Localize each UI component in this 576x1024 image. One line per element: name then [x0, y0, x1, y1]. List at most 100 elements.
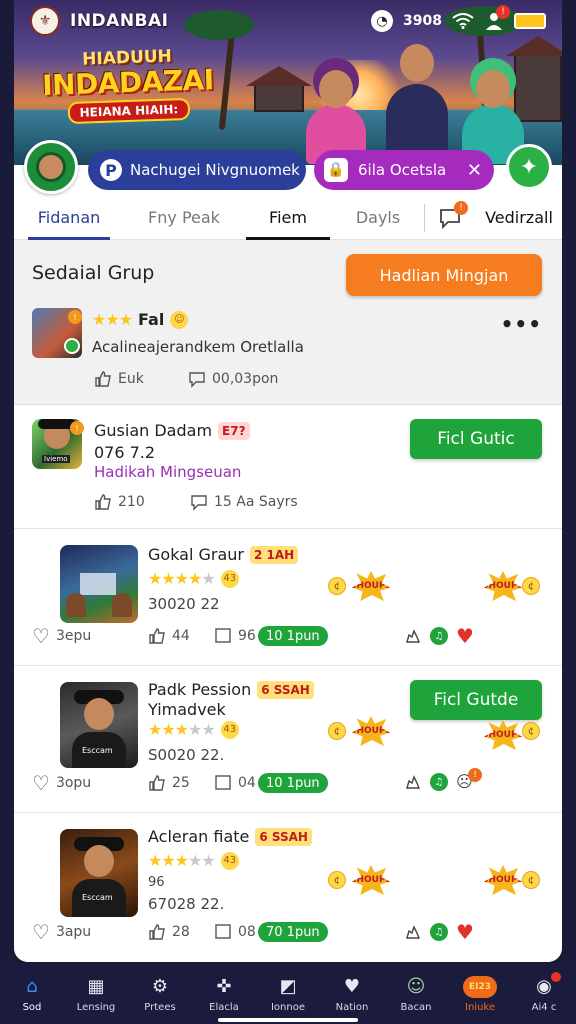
rating-badge: 43: [220, 720, 239, 739]
like-button[interactable]: Euk: [94, 370, 144, 388]
like-button[interactable]: 28: [148, 923, 190, 941]
hand-wave-icon[interactable]: [404, 773, 422, 791]
reaction-icon[interactable]: ☹ !: [456, 768, 482, 792]
card-title-row: Acleran fiate 6 SSAH: [148, 827, 312, 846]
card-rating-row: ★★★★★ 43: [148, 851, 239, 870]
section-title: Sedaial Grup: [32, 262, 155, 284]
nav-item-nation[interactable]: ♥ Nation: [322, 976, 382, 1013]
comment-icon: [191, 495, 207, 511]
tab-dayls[interactable]: Dayls: [344, 196, 412, 240]
like-button[interactable]: 210: [94, 493, 145, 511]
sport-icon-button[interactable]: ✦: [506, 144, 552, 190]
card-tag: 6 SSAH: [255, 827, 312, 846]
star-rating: ★★★★★: [148, 720, 216, 739]
comment-icon: [189, 372, 205, 388]
card-actions: ♫ ♥: [404, 626, 474, 646]
nav-item-profile[interactable]: ◉ Ai4 c: [514, 971, 574, 1013]
rating-badge: 43: [220, 851, 239, 870]
daily-prize-button[interactable]: Hadlian Mingjan: [346, 254, 542, 296]
comment-button[interactable]: 00,03pon: [188, 370, 278, 388]
card-tag: 2 1AH: [250, 545, 299, 564]
heart-icon[interactable]: ♥: [456, 626, 474, 646]
nav-item-prtees[interactable]: ⚙ Prtees: [130, 976, 190, 1013]
comment-button[interactable]: 15 Aa Sayrs: [190, 493, 298, 511]
guide-button[interactable]: Ficl Gutde: [410, 680, 542, 720]
tab-fny-peak[interactable]: Fny Peak: [140, 196, 228, 240]
nav-item-home[interactable]: ⌂ Sod: [2, 976, 62, 1013]
close-icon[interactable]: ✕: [467, 160, 482, 181]
card-tag: E7?: [218, 421, 250, 440]
coin-icon: ¢: [328, 871, 346, 889]
heart-outline-icon: ♡: [32, 771, 50, 795]
online-indicator-icon: [64, 338, 80, 354]
tab-divider: [424, 204, 425, 232]
nav-item-lensing[interactable]: ▦ Lensing: [66, 976, 126, 1013]
nav-item-ionnoe[interactable]: ◩ Ionnoe: [258, 976, 318, 1013]
time-pill: 10 1pun: [258, 773, 328, 793]
card-title-row: Padk Pession 6 SSAH: [148, 680, 314, 699]
share-icon[interactable]: ♫: [430, 773, 448, 791]
share-icon[interactable]: ♫: [430, 627, 448, 645]
status-bar: ⚜ INDANBAI ◔ 3908 !: [30, 5, 546, 36]
game-icon: ✜: [216, 976, 232, 997]
smile-emoji-icon: ☺: [170, 310, 189, 329]
hand-wave-icon[interactable]: [404, 923, 422, 941]
nav-item-iniuke[interactable]: EI23 Iniuke: [450, 975, 510, 1013]
heart-icon[interactable]: ♥: [456, 922, 474, 942]
tab-vedirzall[interactable]: Vedirzall: [480, 196, 558, 240]
p-logo-icon: P: [100, 159, 122, 181]
card-promo: Hadikah Mingseuan: [94, 463, 242, 481]
profile-icon: ◉: [533, 971, 561, 998]
group-section: Sedaial Grup Hadlian Mingjan ! ★★★ Fal ☺…: [14, 240, 562, 405]
battery-icon: [514, 13, 546, 29]
account-icon[interactable]: !: [484, 5, 510, 31]
guide-button[interactable]: Ficl Gutic: [410, 419, 542, 459]
views-counter: 04: [214, 774, 256, 792]
rating-badge: 43: [220, 569, 239, 588]
hero-title: HIADUUH INDADAZAI HEIANA HIAIH:: [37, 45, 219, 125]
tab-fiem[interactable]: Fiem: [246, 196, 330, 240]
bottom-nav: ⌂ Sod ▦ Lensing ⚙ Prtees ✜ Elacla ◩ Ionn…: [0, 964, 576, 1024]
card-value: 30020 22: [148, 595, 220, 613]
nav-item-bacan[interactable]: ☺ Bacan: [386, 976, 446, 1013]
thumbs-up-icon: [95, 371, 111, 387]
list-item[interactable]: Esccam Padk Pession 6 SSAH Yimadvek ★★★★…: [14, 666, 562, 813]
views-counter: 96: [214, 627, 256, 645]
list-item[interactable]: Gokal Graur 2 1AH ★★★★★ 43 30020 22 ¢ SH…: [14, 529, 562, 666]
post-description: Acalineajerandkem Oretlalla: [92, 338, 304, 356]
card-title: Gusian Dadam: [94, 421, 213, 440]
card-title: Acleran fiate: [148, 827, 250, 846]
user-avatar[interactable]: [24, 140, 78, 194]
list-item[interactable]: Esccam Acleran fiate 6 SSAH ★★★★★ 43 96 …: [14, 813, 562, 962]
note-icon: ◩: [279, 976, 297, 997]
tab-fidanan[interactable]: Fidanan: [28, 196, 110, 240]
promo-burst-icon: SHOUPS: [352, 571, 390, 601]
lock-badge-icon: 🔒: [324, 158, 348, 182]
filter-chip-label: 6ila Ocetsla: [358, 161, 447, 179]
save-button[interactable]: ♡ 3apu: [32, 920, 91, 944]
avatar-face-icon: [36, 152, 66, 182]
promo-burst-icon: SHOUPS: [484, 720, 522, 750]
chat-badge: !: [454, 201, 468, 215]
filter-chip[interactable]: 🔒 6ila Ocetsla ✕: [314, 150, 494, 190]
coin-icon: ¢: [522, 871, 540, 889]
coin-icon: ¢: [328, 577, 346, 595]
rank-badge-icon: !: [68, 310, 82, 324]
nav-item-elacla[interactable]: ✜ Elacla: [194, 976, 254, 1013]
save-button[interactable]: ♡ 3opu: [32, 771, 91, 795]
card-actions: ♫ ☹ !: [404, 768, 482, 792]
card-title: Padk Pession: [148, 680, 252, 699]
save-button[interactable]: ♡ 3epu: [32, 626, 91, 646]
hand-wave-icon[interactable]: [404, 627, 422, 645]
stilt-house-illustration: [246, 66, 312, 112]
share-icon[interactable]: ♫: [430, 923, 448, 941]
list-item[interactable]: Iviemo ! Gusian Dadam E7? 076 7.2 Hadika…: [14, 405, 562, 529]
chat-icon[interactable]: !: [438, 201, 468, 230]
coin-icon: ¢: [328, 722, 346, 740]
home-indicator: [218, 1018, 358, 1022]
like-button[interactable]: 44: [148, 627, 190, 645]
heart-outline-icon: ♡: [32, 920, 50, 944]
more-options-icon[interactable]: •••: [501, 312, 542, 336]
like-button[interactable]: 25: [148, 774, 190, 792]
search-chip[interactable]: P Nachugei Nivgnuomek: [88, 150, 306, 190]
